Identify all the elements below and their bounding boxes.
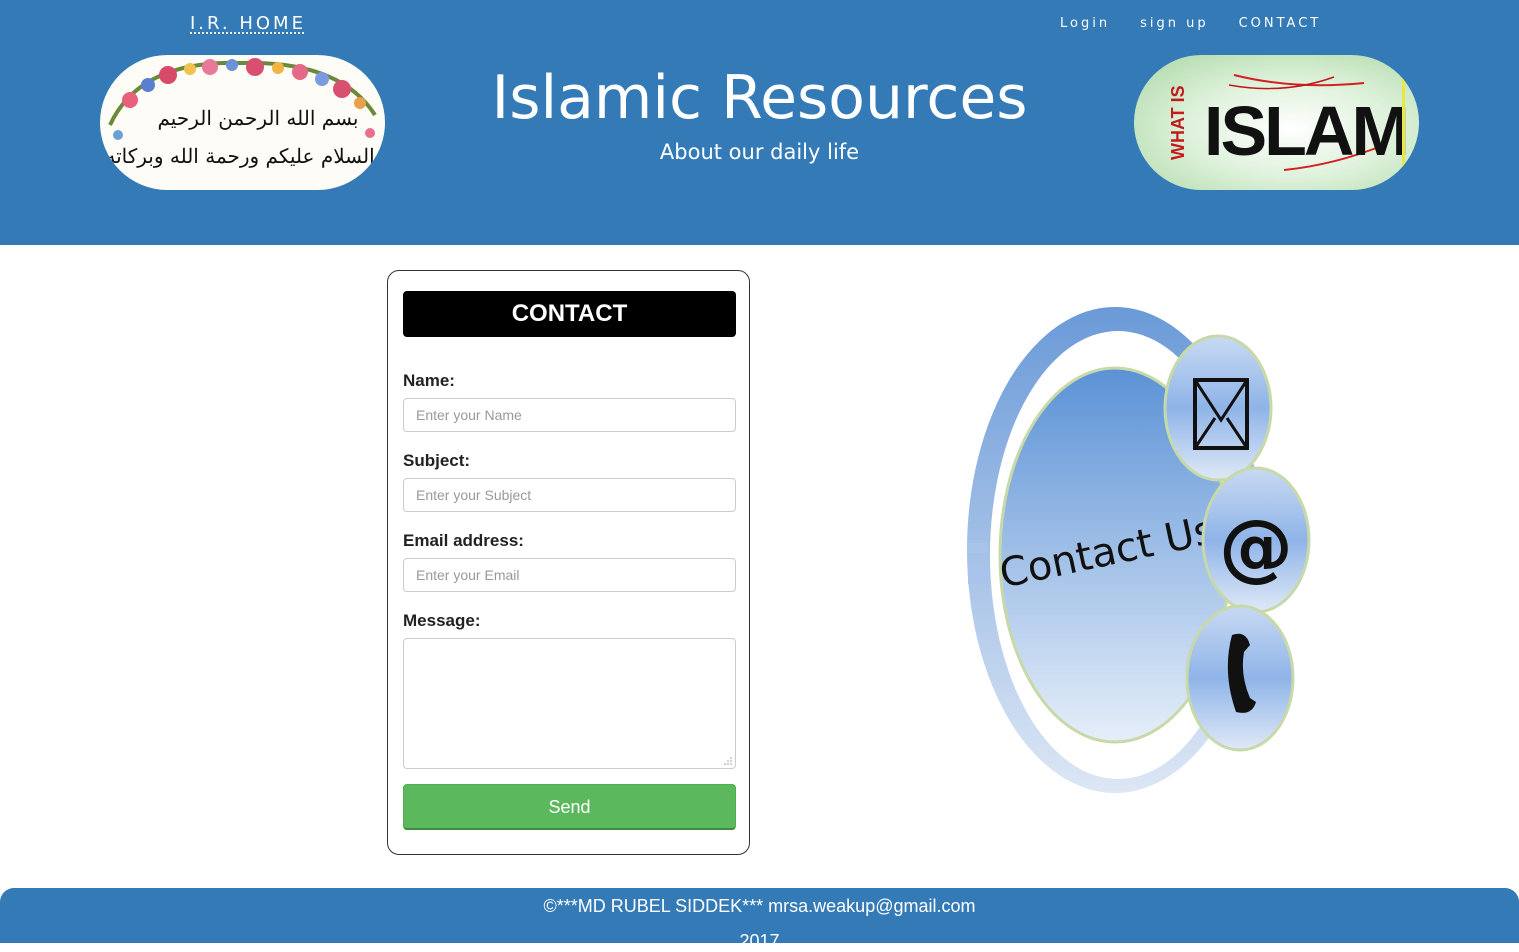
what-is-islam-logo: WHAT IS ISLAM	[1134, 55, 1419, 190]
resize-grip-icon[interactable]	[724, 757, 732, 765]
phone-icon	[1185, 604, 1295, 752]
login-link[interactable]: Login	[1060, 16, 1110, 31]
footer-year: 2017	[739, 931, 780, 951]
email-label: Email address:	[403, 531, 524, 550]
subject-label: Subject:	[403, 451, 471, 470]
contact-form-card: CONTACT Name: Subject: Email address: Me…	[387, 270, 750, 855]
contact-nav-link[interactable]: CONTACT	[1239, 16, 1322, 31]
site-header: I.R. HOME Login sign up CONTACT بسم الله…	[0, 0, 1519, 245]
site-footer: ©***MD RUBEL SIDDEK*** mrsa.weakup@gmail…	[0, 888, 1519, 951]
top-nav: Login sign up CONTACT	[1060, 16, 1321, 31]
contact-us-graphic: Contact Us @	[960, 300, 1320, 800]
what-is-text: WHAT IS	[1168, 85, 1188, 160]
envelope-icon	[1163, 334, 1273, 482]
home-link[interactable]: I.R. HOME	[190, 13, 306, 34]
contact-heading: CONTACT	[403, 291, 736, 337]
subject-input[interactable]	[403, 478, 736, 512]
at-sign-icon: @	[1201, 466, 1311, 614]
footer-copyright: ©***MD RUBEL SIDDEK*** mrsa.weakup@gmail…	[543, 896, 976, 916]
message-label: Message:	[403, 611, 481, 630]
signup-link[interactable]: sign up	[1140, 16, 1209, 31]
contact-us-image: Contact Us @	[967, 307, 1311, 793]
email-input[interactable]	[403, 558, 736, 592]
islam-text: ISLAM	[1204, 92, 1407, 170]
name-input[interactable]	[403, 398, 736, 432]
what-is-islam-image: WHAT IS ISLAM	[1168, 74, 1410, 171]
at-sign-glyph: @	[1219, 504, 1293, 590]
send-button[interactable]: Send	[403, 784, 736, 830]
message-textarea[interactable]	[403, 638, 736, 769]
name-label: Name:	[403, 371, 455, 390]
